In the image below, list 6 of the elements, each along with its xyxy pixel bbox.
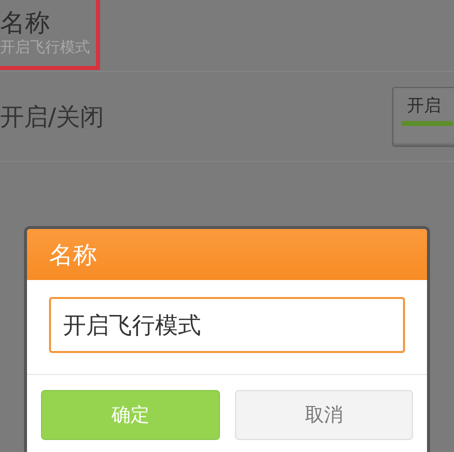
dialog-title: 名称 bbox=[27, 229, 427, 280]
setting-title: 开启/关闭 bbox=[0, 102, 104, 132]
toggle-button[interactable]: 开启 bbox=[392, 86, 454, 146]
name-input-field[interactable]: 开启飞行模式 bbox=[49, 297, 405, 353]
cancel-button[interactable]: 取消 bbox=[234, 390, 413, 440]
setting-title: 名称 bbox=[0, 9, 51, 38]
